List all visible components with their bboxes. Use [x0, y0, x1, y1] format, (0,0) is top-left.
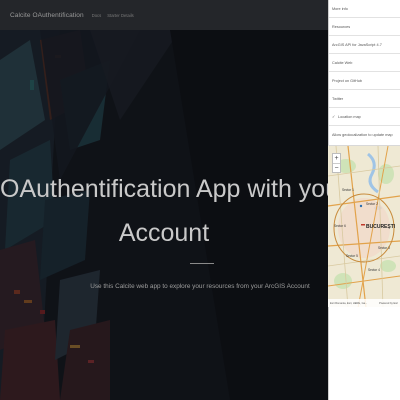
geolocation-note: Allow geolocalization to update map	[332, 133, 393, 137]
map-label-sector-6: Sector 6	[334, 224, 346, 228]
hero-title-line1: OAuthentification App with your Ar	[0, 175, 328, 203]
location-map[interactable]: + − Sector 1 Sector 2 Sector 6 BUCUREȘTI…	[328, 145, 400, 307]
map-label-sector-5: Sector 5	[346, 254, 358, 258]
panel-item-resources[interactable]: Resources	[329, 18, 400, 36]
nav-link-starter-details[interactable]: Starter Details	[107, 13, 134, 18]
map-attribution: Esri Romania, Esri, HERE, Ga... Powered …	[328, 299, 400, 307]
hero-title: OAuthentification App with your Ar Accou…	[0, 167, 328, 255]
hero-divider	[190, 263, 214, 264]
map-label-sector-4: Sector 4	[368, 268, 380, 272]
panel-item-calcite-web[interactable]: Calcite Web	[329, 54, 400, 72]
powered-by-esri[interactable]: Powered by Esri	[379, 302, 398, 305]
panel-header-more-info: More info	[329, 0, 400, 18]
location-map-toggle[interactable]: ✓ Location map	[329, 108, 400, 126]
nav-link-docs[interactable]: Docs	[92, 13, 102, 18]
map-label-city: BUCUREȘTI	[366, 224, 396, 230]
app-title[interactable]: Calcite OAuthentification	[10, 12, 84, 19]
hero-title-line2: Account	[118, 219, 210, 247]
panel-item-github[interactable]: Project on GitHub	[329, 72, 400, 90]
map-label-sector-2: Sector 2	[366, 202, 378, 206]
panel-item-arcgis-api[interactable]: ArcGIS API for JavaScript 4.7	[329, 36, 400, 54]
map-zoom-control: + −	[332, 153, 341, 173]
checkmark-icon: ✓	[332, 113, 336, 119]
page: Calcite OAuthentification Docs Starter D…	[0, 0, 400, 400]
map-label-sector-3: Sector 3	[378, 246, 390, 250]
location-map-label: Location map	[338, 114, 361, 119]
zoom-in-button[interactable]: +	[333, 154, 340, 163]
map-label-sector-1: Sector 1	[342, 188, 354, 192]
panel-item-twitter[interactable]: Twitter	[329, 90, 400, 108]
zoom-out-button[interactable]: −	[333, 163, 340, 172]
attribution-text: Esri Romania, Esri, HERE, Ga...	[330, 301, 368, 305]
